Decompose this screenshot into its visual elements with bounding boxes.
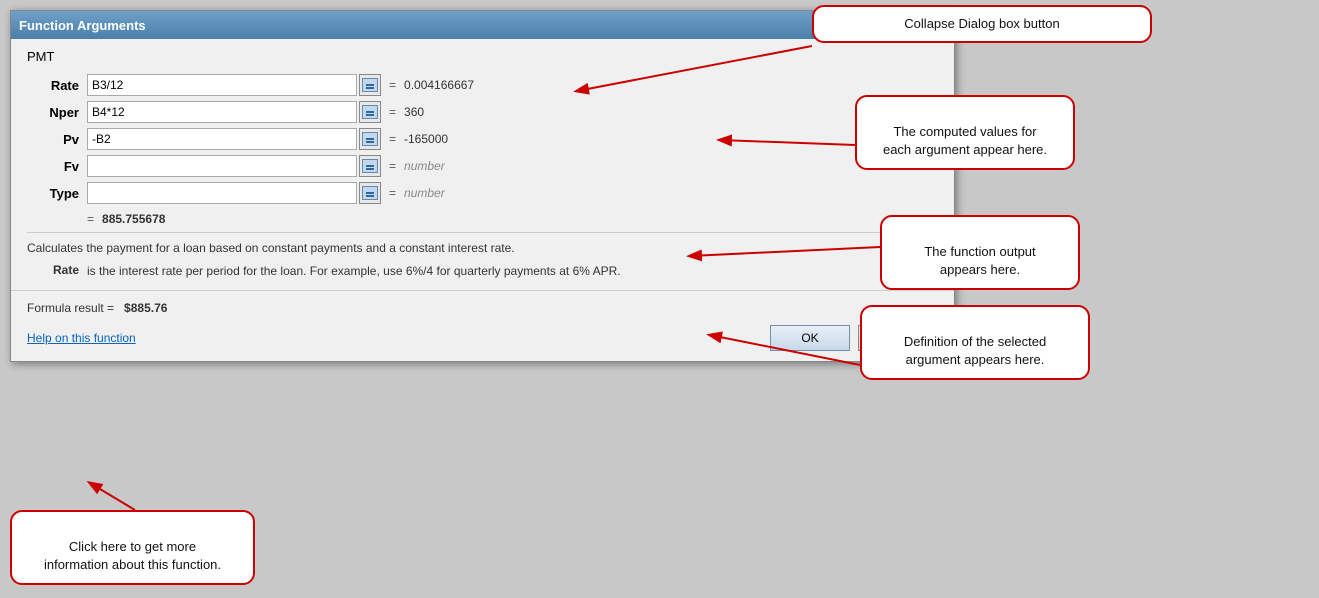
arg-equals-nper: =	[389, 105, 396, 119]
help-link[interactable]: Help on this function	[27, 331, 136, 345]
arg-input-wrap-type: = number	[87, 182, 938, 204]
callout-computed: The computed values for each argument ap…	[855, 95, 1075, 170]
function-name: PMT	[27, 49, 938, 64]
arg-label-fv: Fv	[27, 159, 87, 174]
arg-input-fv[interactable]	[87, 155, 357, 177]
arg-label-type: Type	[27, 186, 87, 201]
description-arg-name: Rate	[27, 263, 87, 277]
arg-input-type[interactable]	[87, 182, 357, 204]
arg-value-fv: number	[404, 159, 445, 173]
formula-result-label: Formula result =	[27, 301, 114, 315]
args-table: Rate = 0.004166667 Nper	[27, 74, 938, 204]
description-main: Calculates the payment for a loan based …	[27, 241, 938, 255]
collapse-btn-pv[interactable]	[359, 128, 381, 150]
formula-result: Formula result = $885.76	[27, 301, 938, 315]
arg-value-pv: -165000	[404, 132, 448, 146]
result-row: = 885.755678	[27, 212, 938, 226]
dialog-body: PMT Rate = 0.004166667 Nper	[11, 39, 954, 290]
arg-input-wrap-pv: = -165000	[87, 128, 938, 150]
collapse-btn-nper[interactable]	[359, 101, 381, 123]
callout-click-help: Click here to get more information about…	[10, 510, 255, 585]
arg-input-wrap-nper: = 360	[87, 101, 938, 123]
collapse-btn-inner-nper	[362, 105, 378, 119]
arg-row-fv: Fv = number	[27, 155, 938, 177]
arg-input-pv[interactable]	[87, 128, 357, 150]
arg-label-rate: Rate	[27, 78, 87, 93]
arg-value-rate: 0.004166667	[404, 78, 474, 92]
function-arguments-dialog: Function Arguments ? ✕ PMT Rate = 0.0041…	[10, 10, 955, 362]
arg-input-wrap-rate: = 0.004166667	[87, 74, 938, 96]
description-arg: Rate is the interest rate per period for…	[27, 263, 938, 280]
arg-label-nper: Nper	[27, 105, 87, 120]
collapse-btn-inner-fv	[362, 159, 378, 173]
arg-row-pv: Pv = -165000	[27, 128, 938, 150]
arg-row-nper: Nper = 360	[27, 101, 938, 123]
arg-equals-rate: =	[389, 78, 396, 92]
dialog-title: Function Arguments	[19, 18, 146, 33]
collapse-btn-type[interactable]	[359, 182, 381, 204]
arg-input-rate[interactable]	[87, 74, 357, 96]
arg-equals-pv: =	[389, 132, 396, 146]
formula-result-value: $885.76	[124, 301, 167, 315]
arg-row-type: Type = number	[27, 182, 938, 204]
arg-value-type: number	[404, 186, 445, 200]
arg-label-pv: Pv	[27, 132, 87, 147]
arg-value-nper: 360	[404, 105, 424, 119]
collapse-btn-fv[interactable]	[359, 155, 381, 177]
collapse-btn-inner-rate	[362, 78, 378, 92]
arg-equals-type: =	[389, 186, 396, 200]
arg-input-nper[interactable]	[87, 101, 357, 123]
collapse-btn-inner-type	[362, 186, 378, 200]
description-section: Calculates the payment for a loan based …	[27, 232, 938, 280]
collapse-btn-rate[interactable]	[359, 74, 381, 96]
dialog-footer: Formula result = $885.76 Help on this fu…	[11, 290, 954, 361]
ok-button[interactable]: OK	[770, 325, 850, 351]
callout-definition: Definition of the selected argument appe…	[860, 305, 1090, 380]
description-arg-text: is the interest rate per period for the …	[87, 263, 938, 280]
footer-buttons-row: Help on this function OK Cancel	[27, 325, 938, 351]
collapse-btn-inner-pv	[362, 132, 378, 146]
arg-input-wrap-fv: = number	[87, 155, 938, 177]
arg-row-rate: Rate = 0.004166667	[27, 74, 938, 96]
callout-collapse: Collapse Dialog box button	[812, 5, 1152, 43]
arg-equals-fv: =	[389, 159, 396, 173]
result-equals: =	[87, 212, 94, 226]
result-value: 885.755678	[102, 212, 165, 226]
callout-output: The function output appears here.	[880, 215, 1080, 290]
